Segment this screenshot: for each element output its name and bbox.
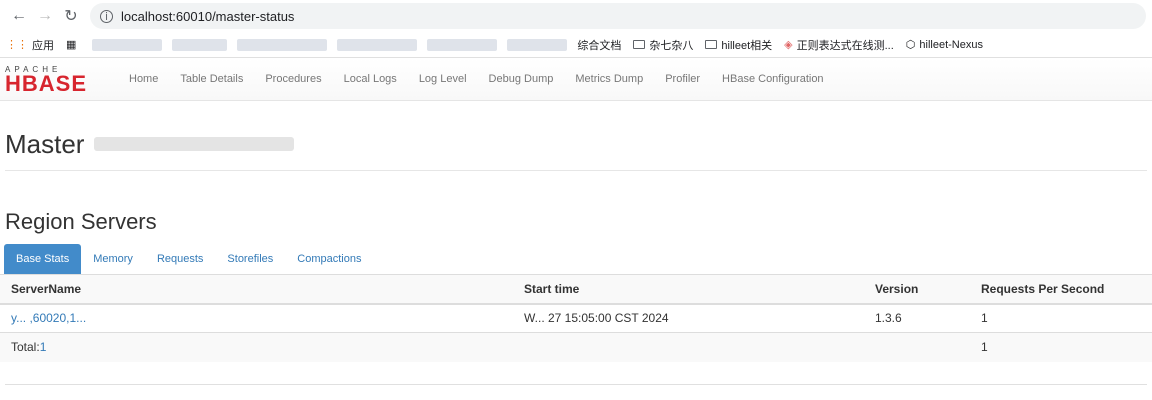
redacted-bookmark[interactable] — [427, 38, 498, 51]
bookmark-folder-misc[interactable]: 杂七杂八 — [633, 37, 693, 53]
nav-debug-dump[interactable]: Debug Dump — [489, 73, 554, 85]
total-label: Total: — [11, 340, 40, 355]
region-servers-heading: Region Servers — [5, 209, 157, 234]
cube-icon: ◈ — [784, 39, 793, 51]
reload-icon[interactable]: ↻ — [58, 3, 84, 29]
address-bar[interactable]: i localhost:60010/master-status — [90, 3, 1146, 29]
divider — [5, 383, 1147, 385]
bookmark-grid[interactable]: ▦ — [66, 38, 80, 51]
col-server-name: ServerName — [0, 274, 513, 305]
col-version: Version — [864, 274, 970, 305]
bookmark-nexus[interactable]: ⬡ hilleet-Nexus — [905, 38, 983, 52]
browser-toolbar: ← → ↻ i localhost:60010/master-status — [0, 0, 1152, 32]
region-servers-table: ServerName Start time Version Requests P… — [0, 274, 1152, 362]
nav-log-level[interactable]: Log Level — [419, 73, 467, 85]
bookmarks-bar: ⋮⋮ 应用 ▦ 综合文档 杂七杂八 hilleet相关 ◈ 正则表达式在线测..… — [0, 32, 1152, 58]
redacted-bookmark[interactable] — [92, 38, 163, 51]
start-time-cell: W... 27 15:05:00 CST 2024 — [513, 303, 864, 333]
tab-base-stats[interactable]: Base Stats — [4, 244, 82, 274]
back-icon[interactable]: ← — [6, 3, 32, 29]
total-row: Total:1 1 — [0, 332, 1152, 362]
total-rps-cell: 1 — [970, 332, 1152, 362]
table-row: y... ,60020,1... W... 27 15:05:00 CST 20… — [0, 303, 1152, 333]
nav-metrics-dump[interactable]: Metrics Dump — [575, 73, 643, 85]
hbase-navbar: APACHE HBASE Home Table Details Procedur… — [0, 58, 1152, 101]
divider — [5, 170, 1147, 171]
redacted-hostname — [94, 137, 295, 151]
total-cell: Total:1 — [0, 332, 513, 362]
nav-home[interactable]: Home — [129, 73, 158, 85]
forward-icon[interactable]: → — [32, 3, 58, 29]
table-header-row: ServerName Start time Version Requests P… — [0, 274, 1152, 305]
bookmark-regex[interactable]: ◈ 正则表达式在线测... — [784, 37, 894, 53]
bookmark-folder-docs[interactable]: 综合文档 — [577, 37, 621, 53]
empty-cell — [864, 332, 970, 362]
nav-table-details[interactable]: Table Details — [180, 73, 243, 85]
redacted-bookmark[interactable] — [337, 38, 418, 51]
rps-cell: 1 — [970, 303, 1152, 333]
tab-requests[interactable]: Requests — [145, 244, 215, 274]
col-start-time: Start time — [513, 274, 864, 305]
total-count: 1 — [39, 340, 47, 355]
redacted-bookmark[interactable] — [507, 38, 568, 51]
server-name-cell: y... ,60020,1... — [0, 303, 513, 333]
redacted-bookmark[interactable] — [237, 38, 328, 51]
folder-icon — [633, 40, 646, 49]
redacted-bookmark[interactable] — [172, 38, 228, 51]
url-text: localhost:60010/master-status — [121, 8, 295, 24]
grid-icon: ▦ — [66, 39, 77, 51]
version-cell: 1.3.6 — [864, 303, 970, 333]
hexagon-icon: ⬡ — [905, 39, 916, 51]
site-info-icon[interactable]: i — [100, 9, 113, 23]
apps-grid-icon: ⋮⋮ — [6, 39, 28, 51]
folder-icon — [705, 40, 718, 49]
page-title: Master — [5, 125, 1152, 163]
col-requests-per-second: Requests Per Second — [970, 274, 1152, 305]
empty-cell — [513, 332, 864, 362]
nav-procedures[interactable]: Procedures — [265, 73, 321, 85]
nav-hbase-configuration[interactable]: HBase Configuration — [722, 73, 824, 85]
bookmark-folder-hilleet[interactable]: hilleet相关 — [705, 37, 772, 53]
tab-memory[interactable]: Memory — [81, 244, 145, 274]
server-name-link[interactable]: y... ,60020,1... — [11, 311, 86, 325]
tab-storefiles[interactable]: Storefiles — [215, 244, 285, 274]
nav-profiler[interactable]: Profiler — [665, 73, 700, 85]
tab-compactions[interactable]: Compactions — [285, 244, 373, 274]
hbase-logo[interactable]: APACHE HBASE — [0, 65, 112, 95]
nav-menu: Home Table Details Procedures Local Logs… — [112, 73, 846, 85]
region-servers-tabs: Base Stats Memory Requests Storefiles Co… — [4, 244, 1152, 274]
nav-local-logs[interactable]: Local Logs — [344, 73, 397, 85]
bookmark-apps[interactable]: ⋮⋮ 应用 — [6, 37, 54, 53]
